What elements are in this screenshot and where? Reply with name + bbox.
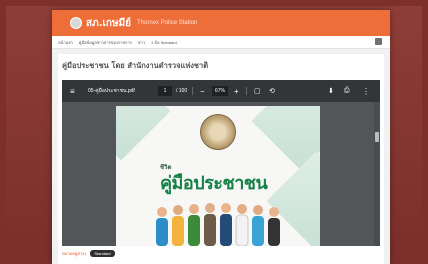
person-figure <box>172 205 184 246</box>
brand-title[interactable]: สภ.เกษมีย์ <box>86 16 131 31</box>
page-total: / 100 <box>176 88 188 94</box>
browser-card: สภ.เกษมีย์ Thornex Police Station หน้าแร… <box>52 10 390 264</box>
top-header-bar: สภ.เกษมีย์ Thornex Police Station <box>52 10 390 36</box>
breadcrumb-home[interactable]: หน้าแรก <box>58 39 73 46</box>
people-illustration <box>156 203 280 246</box>
fit-page-icon[interactable]: ▢ <box>254 80 261 102</box>
person-figure <box>204 203 216 246</box>
pdf-viewer[interactable]: ≡ 05-คู่มือประชาชน.pdf 1 / 100 − 67% + ▢… <box>62 80 380 246</box>
minus-icon[interactable]: − <box>200 80 205 102</box>
person-figure <box>188 204 200 246</box>
person-figure <box>268 207 280 246</box>
toolbar-divider <box>192 87 193 95</box>
print-page-button[interactable] <box>375 38 382 45</box>
breadcrumb-item[interactable]: 1 ข้อ Standard <box>151 39 177 46</box>
police-logo-icon <box>70 17 82 29</box>
station-name: Thornex Police Station <box>137 20 198 26</box>
person-figure <box>220 203 232 246</box>
plus-icon[interactable]: + <box>234 80 239 102</box>
breadcrumb-item[interactable]: ข่าว <box>138 39 145 46</box>
more-vert-icon[interactable]: ⋮ <box>362 80 370 102</box>
toolbar-divider <box>246 87 247 95</box>
cover-decor <box>116 106 171 161</box>
post-footer: หมวดหมู่ต่างๆ Standard <box>62 250 115 257</box>
tag-badge[interactable]: Standard <box>90 250 115 257</box>
main-content: คู่มือประชาชน โดย สำนักงานตำรวจแห่งชาติ … <box>58 54 384 264</box>
pdf-filename: 05-คู่มือประชาชน.pdf <box>88 88 135 94</box>
police-seal-icon <box>200 114 236 150</box>
scroll-thumb[interactable] <box>375 132 379 142</box>
breadcrumb: หน้าแรก คู่มือข้อมูลข่าวสารของราชการ ข่า… <box>52 36 390 49</box>
person-figure <box>252 205 264 246</box>
person-figure <box>156 207 168 246</box>
cover-title: คู่มือประชาชน <box>160 173 268 194</box>
menu-icon[interactable]: ≡ <box>70 80 75 102</box>
rotate-icon[interactable]: ⟲ <box>269 80 275 102</box>
zoom-input[interactable]: 67% <box>212 86 228 96</box>
print-icon[interactable]: ⎙ <box>344 80 350 102</box>
pdf-scrollbar[interactable] <box>374 102 380 246</box>
download-icon[interactable]: ⬇ <box>328 80 334 102</box>
category-link[interactable]: หมวดหมู่ต่างๆ <box>62 250 86 257</box>
person-figure <box>235 204 249 246</box>
page-number-input[interactable]: 1 <box>158 86 172 96</box>
breadcrumb-item[interactable]: คู่มือข้อมูลข่าวสารของราชการ <box>79 39 132 46</box>
pdf-cover-page: ชีวิต คู่มือประชาชน <box>116 106 320 246</box>
pdf-toolbar: ≡ 05-คู่มือประชาชน.pdf 1 / 100 − 67% + ▢… <box>62 80 380 102</box>
page-title: คู่มือประชาชน โดย สำนักงานตำรวจแห่งชาติ <box>62 61 209 70</box>
